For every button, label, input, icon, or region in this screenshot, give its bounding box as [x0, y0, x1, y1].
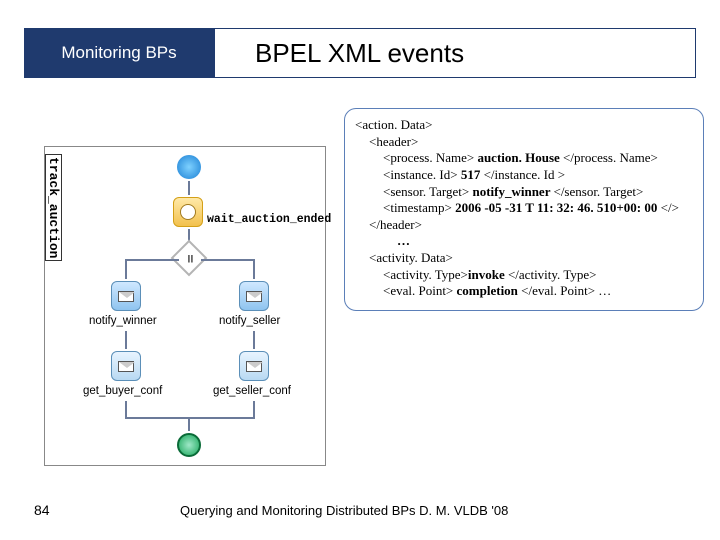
flow-arrow: [188, 417, 190, 431]
track-auction-label: track_auction: [45, 154, 62, 261]
flow-arrow: [125, 259, 127, 279]
envelope-icon: [246, 361, 262, 372]
flow-arrow: [201, 259, 255, 261]
envelope-icon: [246, 291, 262, 302]
xml-line: <instance. Id> 517 </instance. Id >: [355, 167, 693, 184]
flow-arrow: [125, 259, 179, 261]
xml-line: <sensor. Target> notify_winner </sensor.…: [355, 184, 693, 201]
notify-winner-label: notify_winner: [89, 315, 157, 327]
footer-text: Querying and Monitoring Distributed BPs …: [180, 503, 508, 518]
header-right: BPEL XML events: [214, 28, 696, 78]
slide-header: Monitoring BPs BPEL XML events: [24, 28, 696, 78]
envelope-icon: [118, 291, 134, 302]
xml-line: …: [355, 233, 693, 250]
invoke-activity-icon: [111, 281, 141, 311]
xml-line: <timestamp> 2006 -05 -31 T 11: 32: 46. 5…: [355, 200, 693, 217]
get-buyer-conf-label: get_buyer_conf: [83, 385, 162, 397]
xml-line: </header>: [355, 217, 693, 234]
flow-arrow: [125, 401, 127, 417]
xml-line: <action. Data>: [355, 117, 693, 134]
xml-line: <header>: [355, 134, 693, 151]
end-node-icon: [177, 433, 201, 457]
xml-line: <process. Name> auction. House </process…: [355, 150, 693, 167]
xml-line: <activity. Data>: [355, 250, 693, 267]
get-seller-conf-label: get_seller_conf: [213, 385, 291, 397]
parallel-symbol: II: [177, 248, 203, 270]
flow-arrow: [188, 181, 190, 195]
wait-activity-icon: [173, 197, 203, 227]
wait-label: wait_auction_ended: [207, 213, 331, 226]
receive-activity-icon: [111, 351, 141, 381]
flow-arrow: [125, 417, 255, 419]
notify-seller-label: notify_seller: [219, 315, 280, 327]
xml-event-box: <action. Data> <header> <process. Name> …: [344, 108, 704, 311]
flow-arrow: [253, 401, 255, 417]
header-left: Monitoring BPs: [24, 28, 214, 78]
flow-arrow: [253, 331, 255, 349]
parallel-split-icon: II: [171, 240, 208, 277]
receive-activity-icon: [239, 351, 269, 381]
flow-arrow: [125, 331, 127, 349]
bpel-diagram: wait_auction_ended II notify_winner noti…: [44, 146, 326, 466]
page-number: 84: [34, 502, 50, 518]
invoke-activity-icon: [239, 281, 269, 311]
clock-icon: [180, 204, 196, 220]
xml-line: <eval. Point> completion </eval. Point> …: [355, 283, 693, 300]
xml-line: <activity. Type>invoke </activity. Type>: [355, 267, 693, 284]
flow-arrow: [253, 259, 255, 279]
start-node-icon: [177, 155, 201, 179]
envelope-icon: [118, 361, 134, 372]
